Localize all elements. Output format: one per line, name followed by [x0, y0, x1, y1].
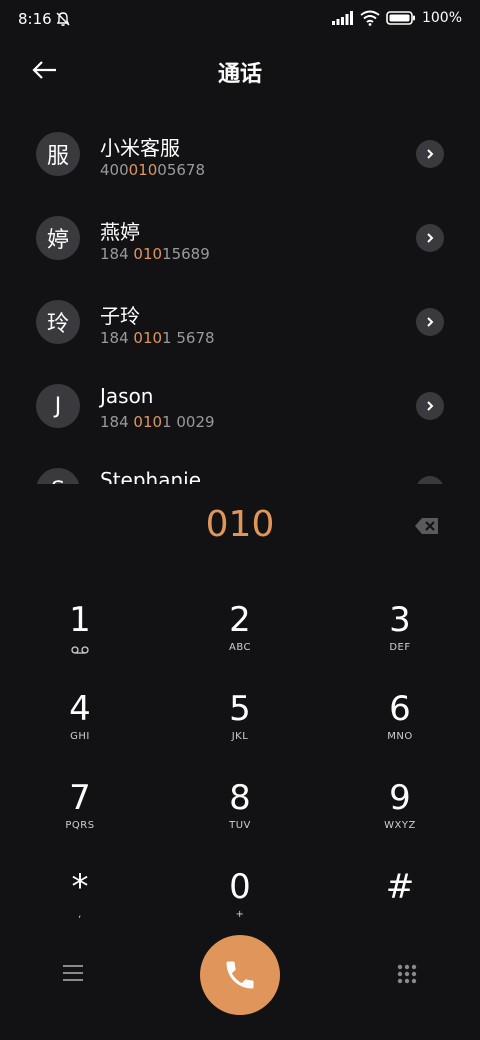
contact-item[interactable]: J Jason 184 0101 0029: [0, 364, 480, 448]
avatar: S: [36, 468, 80, 484]
phone-icon: [226, 961, 254, 989]
contact-name: Stephanie: [100, 468, 202, 484]
key-6[interactable]: 6 MNO: [340, 689, 460, 769]
key-letters: DEF: [389, 642, 411, 653]
key-letters: PQRS: [65, 820, 95, 831]
key-digit: #: [385, 867, 415, 907]
chevron-right-icon: [427, 233, 434, 243]
contact-number: 184 0101 0029: [100, 413, 215, 431]
key-letters: TUV: [229, 820, 251, 831]
key-digit: 8: [229, 778, 251, 818]
key-5[interactable]: 5 JKL: [180, 689, 300, 769]
contact-name: 小米客服: [100, 136, 180, 160]
page-title: 通话: [217, 62, 262, 87]
avatar: 服: [36, 132, 80, 176]
key-letters: MNO: [387, 731, 413, 742]
backspace-icon[interactable]: [414, 516, 440, 536]
call-button[interactable]: [200, 935, 280, 1015]
bottom-bar: [0, 935, 480, 1015]
contact-detail-button[interactable]: [416, 224, 444, 252]
status-time: 8:16: [18, 10, 52, 28]
voicemail-icon: [71, 646, 89, 654]
key-1[interactable]: 1: [20, 600, 140, 680]
key-digit: 6: [389, 689, 411, 729]
dial-entry: 010: [0, 504, 480, 550]
key-letters: GHI: [70, 731, 90, 742]
menu-icon[interactable]: [62, 963, 84, 983]
key-digit: 1: [69, 600, 91, 640]
contact-item[interactable]: 服 小米客服 40001005678: [0, 112, 480, 196]
contact-name: 燕婷: [100, 220, 140, 244]
avatar: 婷: [36, 216, 80, 260]
key-digit: 5: [229, 689, 251, 729]
contact-item[interactable]: 玲 子玲 184 0101 5678: [0, 280, 480, 364]
key-letters: JKL: [231, 731, 249, 742]
key-7[interactable]: 7 PQRS: [20, 778, 140, 858]
contact-suggestions: 服 小米客服 40001005678 婷 燕婷 184 01015689 玲 子…: [0, 112, 480, 484]
key-digit: 2: [229, 600, 251, 640]
battery-icon: [386, 11, 415, 25]
key-3[interactable]: 3 DEF: [340, 600, 460, 680]
contact-number: 40001005678: [100, 161, 205, 179]
contact-name: Jason: [100, 384, 154, 408]
contact-number: 184 0101 5678: [100, 329, 215, 347]
avatar: J: [36, 384, 80, 428]
contact-detail-button[interactable]: [416, 476, 444, 484]
contact-item[interactable]: 婷 燕婷 184 01015689: [0, 196, 480, 280]
dialpad-icon[interactable]: [396, 963, 418, 985]
bell-off-icon: [56, 12, 70, 26]
contact-name: 子玲: [100, 304, 140, 328]
key-digit: *: [71, 867, 89, 907]
key-digit: 3: [389, 600, 411, 640]
key-digit: 4: [69, 689, 91, 729]
key-digit: 7: [69, 778, 91, 818]
chevron-right-icon: [427, 317, 434, 327]
key-letters: WXYZ: [384, 820, 416, 831]
status-bar: 8:16 100%: [0, 0, 480, 40]
key-letters: ,: [78, 909, 82, 920]
key-letters: +: [235, 909, 245, 920]
key-8[interactable]: 8 TUV: [180, 778, 300, 858]
key-2[interactable]: 2 ABC: [180, 600, 300, 680]
chevron-right-icon: [427, 401, 434, 411]
contact-item[interactable]: S Stephanie: [0, 448, 480, 484]
key-9[interactable]: 9 WXYZ: [340, 778, 460, 858]
contact-detail-button[interactable]: [416, 308, 444, 336]
wifi-icon: [360, 10, 380, 26]
contact-number: 184 01015689: [100, 245, 210, 263]
key-letters: ABC: [228, 642, 251, 653]
contact-detail-button[interactable]: [416, 140, 444, 168]
dialed-number: 010: [205, 504, 275, 545]
key-4[interactable]: 4 GHI: [20, 689, 140, 769]
key-digit: 9: [389, 778, 411, 818]
contact-detail-button[interactable]: [416, 392, 444, 420]
header: 通话: [0, 48, 480, 92]
signal-icon: [331, 11, 353, 25]
key-digit: 0: [229, 867, 251, 907]
avatar: 玲: [36, 300, 80, 344]
battery-level: 100%: [421, 10, 462, 26]
chevron-right-icon: [427, 149, 434, 159]
